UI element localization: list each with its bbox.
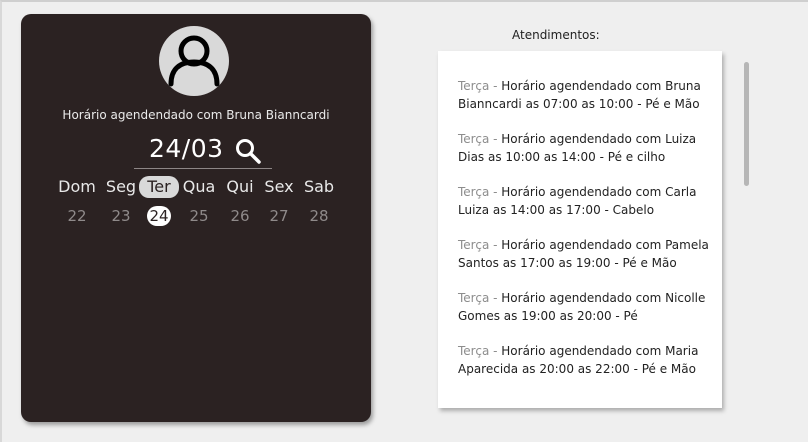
appointment-line1: Horário agendendado com Luiza bbox=[501, 132, 697, 146]
weekday-label: Sex bbox=[264, 177, 294, 196]
day-number: 24 bbox=[147, 206, 171, 226]
weekday-label: Sab bbox=[303, 177, 335, 196]
appointment-line1: Horário agendendado com Pamela bbox=[501, 238, 709, 252]
profile-card: Horário agendendado com Bruna Bianncardi… bbox=[21, 14, 371, 422]
user-icon bbox=[168, 35, 220, 87]
day-number: 26 bbox=[230, 207, 250, 225]
appointment-line2: Santos as 17:00 as 19:00 - Pé e Mão bbox=[458, 256, 677, 270]
date-value: 24/03 bbox=[149, 134, 224, 163]
booking-subtitle: Horário agendendado com Bruna Bianncardi bbox=[62, 108, 330, 122]
search-button[interactable] bbox=[234, 137, 262, 165]
appointment-line2: Bianncardi as 07:00 as 10:00 - Pé e Mão bbox=[458, 97, 700, 111]
appointment-weekday: Terça - bbox=[458, 291, 502, 305]
search-icon bbox=[236, 139, 261, 164]
appointment-weekday: Terça - bbox=[458, 79, 502, 93]
day-number: 22 bbox=[67, 207, 87, 225]
appointment-weekday: Terça - bbox=[458, 185, 502, 199]
scrollbar[interactable] bbox=[744, 62, 749, 186]
day-number: 27 bbox=[269, 207, 289, 225]
day-sun[interactable]: Dom 22 bbox=[55, 176, 99, 226]
day-fri[interactable]: Sex 27 bbox=[257, 176, 301, 226]
appointment-line2: Aparecida as 20:00 as 22:00 - Pé e Mão bbox=[458, 362, 696, 376]
appointment-item[interactable]: Terça - Horário agendendado com Luiza Di… bbox=[458, 130, 716, 166]
day-sat[interactable]: Sab 28 bbox=[297, 176, 341, 226]
date-field[interactable]: 24/03 bbox=[134, 134, 272, 169]
appointment-weekday: Terça - bbox=[458, 132, 502, 146]
day-wed[interactable]: Qua 25 bbox=[177, 176, 221, 226]
appointment-line1: Horário agendendado com Nicolle bbox=[501, 291, 706, 305]
appointment-item[interactable]: Terça - Horário agendendado com Nicolle … bbox=[458, 289, 716, 325]
appointment-line1: Horário agendendado com Bruna bbox=[501, 79, 701, 93]
weekday-label: Dom bbox=[58, 177, 96, 196]
appointment-line1: Horário agendendado com Maria bbox=[501, 344, 699, 358]
day-tue-selected[interactable]: Ter 24 bbox=[137, 176, 181, 226]
weekday-label: Ter bbox=[139, 176, 179, 198]
day-number: 25 bbox=[189, 207, 209, 225]
appointment-line2: Luiza as 14:00 as 17:00 - Cabelo bbox=[458, 203, 655, 217]
day-number: 28 bbox=[309, 207, 329, 225]
day-thu[interactable]: Qui 26 bbox=[218, 176, 262, 226]
appointment-item[interactable]: Terça - Horário agendendado com Pamela S… bbox=[458, 236, 716, 272]
appointment-line2: Gomes as 19:00 as 20:00 - Pé bbox=[458, 309, 638, 323]
weekday-label: Qui bbox=[226, 177, 254, 196]
appointment-line2: Dias as 10:00 as 14:00 - Pé e cilho bbox=[458, 150, 666, 164]
appointments-panel: Terça - Horário agendendado com Bruna Bi… bbox=[438, 51, 722, 408]
appointments-title: Atendimentos: bbox=[512, 28, 600, 42]
appointment-weekday: Terça - bbox=[458, 238, 502, 252]
appointment-weekday: Terça - bbox=[458, 344, 502, 358]
appointment-item[interactable]: Terça - Horário agendendado com Bruna Bi… bbox=[458, 77, 716, 113]
appointment-item[interactable]: Terça - Horário agendendado com Maria Ap… bbox=[458, 342, 716, 378]
avatar bbox=[159, 26, 229, 96]
appointment-item[interactable]: Terça - Horário agendendado com Carla Lu… bbox=[458, 183, 716, 219]
weekday-label: Qua bbox=[182, 177, 216, 196]
appointment-line1: Horário agendendado com Carla bbox=[501, 185, 697, 199]
